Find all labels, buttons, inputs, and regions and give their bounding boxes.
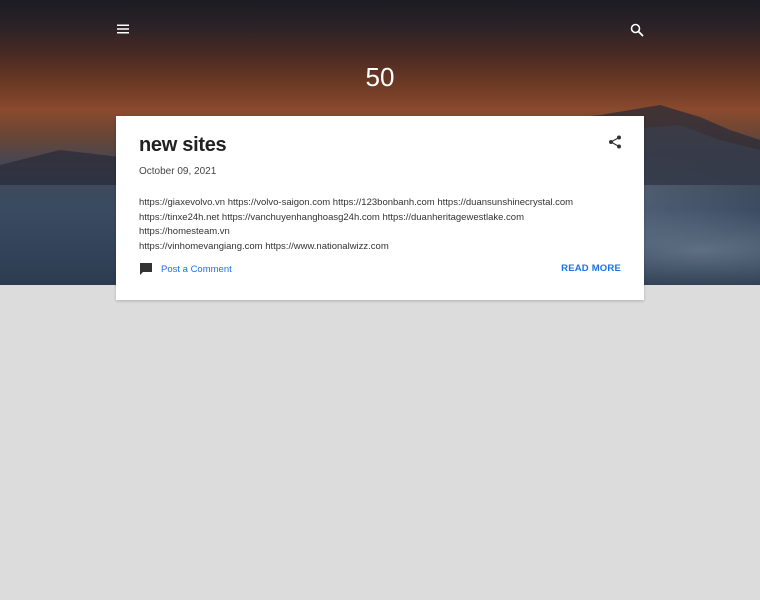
post-title[interactable]: new sites xyxy=(139,134,227,157)
post-body: https://giaxevolvo.vn https://volvo-saig… xyxy=(139,196,609,254)
post-body-line: https://tinxe24h.net https://vanchuyenha… xyxy=(139,211,525,238)
post-body-line: https://vinhomevangiang.com https://www.… xyxy=(139,240,389,252)
post-card: new sites October 09, 2021 https://giaxe… xyxy=(116,116,644,300)
search-icon xyxy=(630,23,644,37)
share-icon xyxy=(609,135,621,149)
share-button[interactable] xyxy=(604,131,626,153)
comment-icon xyxy=(140,263,152,275)
read-more-link[interactable]: READ MORE xyxy=(561,263,621,274)
blog-title[interactable]: 50 xyxy=(0,62,760,93)
post-comment-link[interactable]: Post a Comment xyxy=(139,261,232,277)
hamburger-menu-icon xyxy=(117,24,129,34)
menu-button[interactable] xyxy=(111,17,135,41)
post-body-line: https://giaxevolvo.vn https://volvo-saig… xyxy=(139,197,574,208)
post-date[interactable]: October 09, 2021 xyxy=(139,166,216,177)
post-comment-label: Post a Comment xyxy=(161,263,232,275)
search-button[interactable] xyxy=(625,18,649,42)
